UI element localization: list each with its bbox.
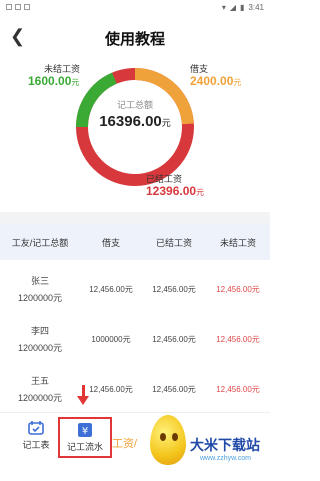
worker-cell: 王五 1200000元 (0, 374, 80, 404)
watermark-name: 大米下载站 (190, 437, 260, 453)
tab-work-sheet[interactable]: 记工表 (10, 421, 62, 451)
header: ❮ 使用教程 (0, 18, 270, 58)
unpaid-value: 1600.00元 (28, 74, 79, 88)
egg-mascot-icon (150, 415, 186, 465)
table-row[interactable]: 王五 1200000元 12,456.00元 12,456.00元 12,456… (0, 364, 270, 414)
worker-cell: 张三 1200000元 (0, 274, 80, 304)
worker-cell: 李四 1200000元 (0, 324, 80, 354)
borrow-cell: 1000000元 (91, 334, 131, 344)
borrow-value-number: 2400.00 (190, 74, 234, 88)
wage-button[interactable]: 工资/ (112, 435, 137, 451)
paid-value-unit: 元 (196, 188, 205, 197)
battery-icon: ▮ (240, 2, 245, 12)
page-title: 使用教程 (104, 31, 165, 48)
wifi-icon: ▾ (221, 2, 226, 12)
paid-cell: 12,456.00元 (152, 384, 196, 394)
section-divider (0, 212, 270, 224)
paid-cell: 12,456.00元 (152, 284, 196, 294)
table-row[interactable]: 李四 1200000元 1000000元 12,456.00元 12,456.0… (0, 314, 270, 364)
notification-icon (6, 4, 12, 10)
paid-value: 12396.00元 (146, 184, 204, 198)
status-time: 3:41 (248, 2, 264, 12)
tab-work-sheet-label: 记工表 (22, 440, 50, 450)
unpaid-cell: 12,456.00元 (216, 284, 260, 294)
tab-work-record[interactable]: ¥ 记工流水 (58, 417, 112, 458)
header-unpaid: 未结工资 (219, 237, 256, 248)
app-icon-2 (24, 4, 30, 10)
pointer-arrow-icon (77, 396, 89, 405)
borrow-cell: 12,456.00元 (89, 284, 133, 294)
table-row[interactable]: 张三 1200000元 12,456.00元 12,456.00元 12,456… (0, 264, 270, 314)
header-worker: 工友/记工总额 (11, 237, 69, 248)
borrow-value: 2400.00元 (190, 74, 241, 88)
watermark-logo: 大米下载站 www.zzhyw.com (148, 413, 270, 481)
worker-total: 1200000元 (17, 293, 63, 303)
status-right: ▾ ◢ ▮ 3:41 (222, 3, 264, 12)
worker-name: 王五 (30, 376, 49, 386)
status-bar: ▾ ◢ ▮ 3:41 (0, 0, 270, 14)
center-value-unit: 元 (161, 118, 171, 128)
app-icon (15, 4, 21, 10)
unpaid-cell: 12,456.00元 (216, 334, 260, 344)
worker-total: 1200000元 (17, 393, 63, 403)
unpaid-value-unit: 元 (71, 78, 80, 87)
unpaid-cell: 12,456.00元 (216, 384, 260, 394)
summary-donut: 记工总额 16396.00元 未结工资 1600.00元 借支 2400.00元… (0, 58, 270, 208)
borrow-cell: 12,456.00元 (89, 384, 133, 394)
worker-name: 张三 (30, 276, 49, 286)
center-value-number: 16396.00 (99, 113, 162, 130)
center-value: 16396.00元 (0, 113, 270, 130)
calendar-icon (28, 421, 44, 435)
bottom-bar: 记工表 ¥ 记工流水 工资/ 大米下载站 www.zzhyw.com (0, 412, 270, 481)
borrow-value-unit: 元 (233, 78, 242, 87)
watermark-url: www.zzhyw.com (200, 455, 251, 462)
worker-total: 1200000元 (17, 343, 63, 353)
table-header: 工友/记工总额 借支 已结工资 未结工资 (0, 224, 270, 260)
paid-value-number: 12396.00 (146, 184, 197, 198)
paid-cell: 12,456.00元 (152, 334, 196, 344)
status-left (6, 4, 30, 10)
header-paid: 已结工资 (155, 237, 192, 248)
center-label: 记工总额 (116, 100, 153, 110)
tab-work-record-label: 记工流水 (66, 442, 103, 452)
signal-icon: ◢ (229, 2, 237, 12)
unpaid-value-number: 1600.00 (28, 74, 72, 88)
worker-name: 李四 (30, 326, 49, 336)
header-borrow: 借支 (101, 237, 120, 248)
svg-text:¥: ¥ (82, 426, 88, 437)
money-icon: ¥ (78, 423, 92, 437)
